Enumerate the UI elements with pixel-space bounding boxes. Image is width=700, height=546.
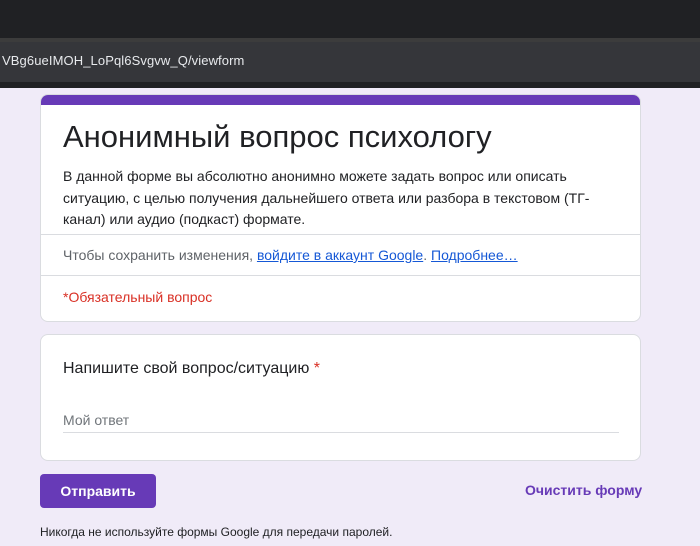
- form-accent-bar: [41, 95, 640, 105]
- header-divider-2: [41, 275, 640, 276]
- address-url[interactable]: VBg6ueIMOH_LoPql6Svgvw_Q/viewform: [2, 53, 244, 68]
- form-header-card: Анонимный вопрос психологу В данной форм…: [40, 94, 641, 322]
- question-label: Напишите свой вопрос/ситуацию: [63, 360, 310, 377]
- signin-prefix: Чтобы сохранить изменения,: [63, 247, 257, 263]
- signin-link[interactable]: войдите в аккаунт Google: [257, 247, 423, 263]
- signin-notice: Чтобы сохранить изменения, войдите в акк…: [63, 247, 518, 263]
- footer-password-warning: Никогда не используйте формы Google для …: [40, 525, 393, 539]
- question-title: Напишите свой вопрос/ситуацию *: [63, 360, 320, 378]
- address-bar[interactable]: VBg6ueIMOH_LoPql6Svgvw_Q/viewform: [0, 42, 700, 82]
- question-card: Напишите свой вопрос/ситуацию *: [40, 334, 641, 461]
- required-note: *Обязательный вопрос: [63, 289, 213, 305]
- learn-more-link[interactable]: Подробнее…: [431, 247, 518, 263]
- form-title: Анонимный вопрос психологу: [63, 119, 492, 154]
- browser-bottom-edge: [0, 82, 700, 88]
- required-asterisk: *: [313, 360, 320, 377]
- clear-form-button[interactable]: Очистить форму: [525, 482, 642, 498]
- submit-button[interactable]: Отправить: [40, 474, 156, 508]
- header-divider: [41, 234, 640, 235]
- browser-tab-strip: [0, 0, 700, 38]
- form-description: В данной форме вы абсолютно анонимно мож…: [63, 168, 590, 227]
- signin-separator: .: [423, 247, 432, 263]
- answer-input[interactable]: [63, 407, 619, 433]
